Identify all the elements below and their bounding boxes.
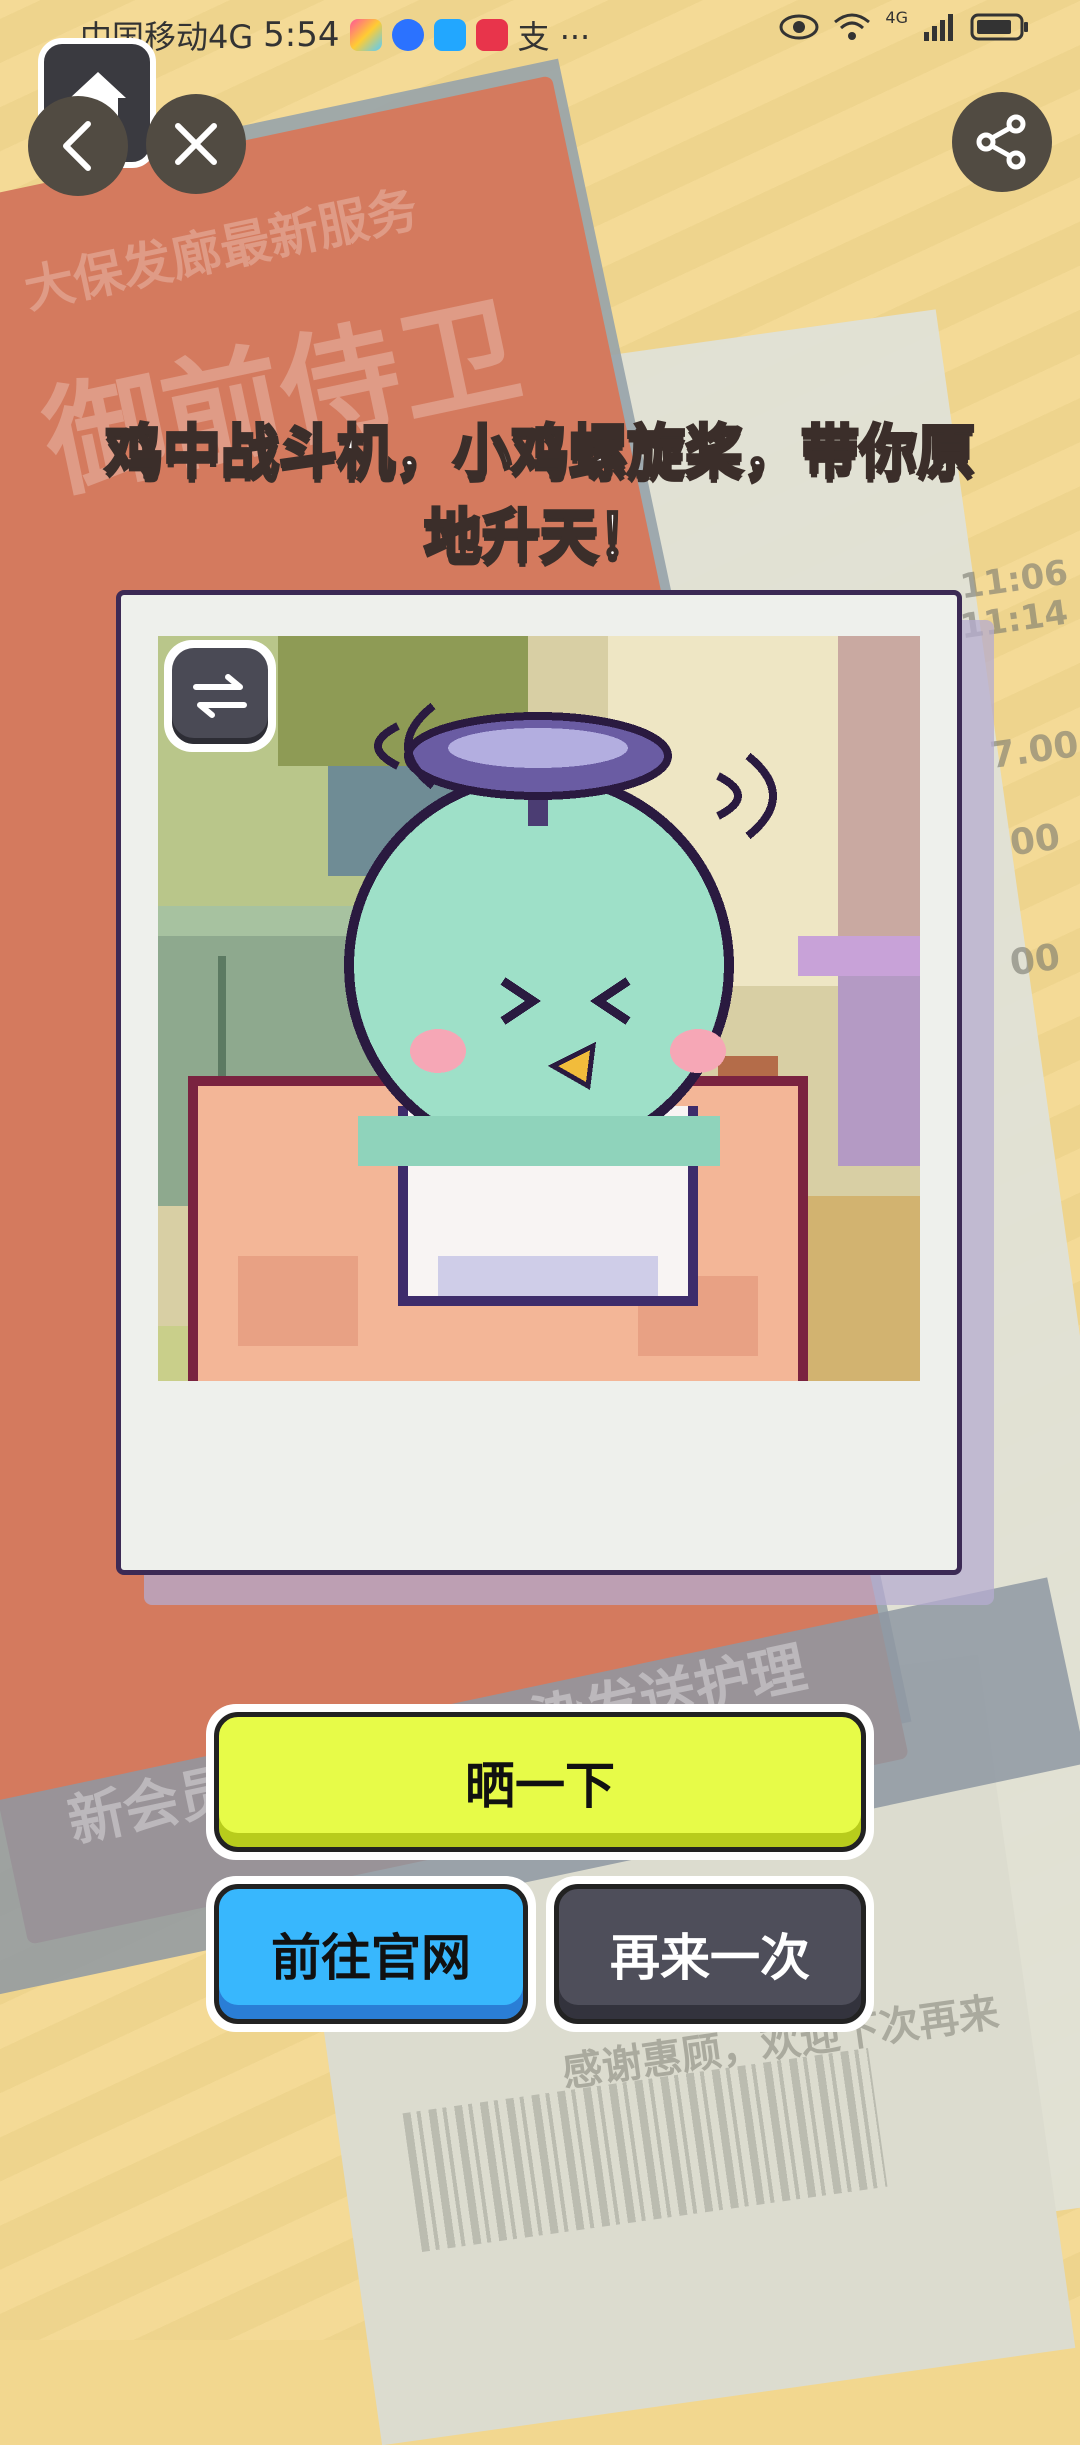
official-site-button[interactable]: 前往官网 [214, 1884, 528, 2024]
status-left: 中国移动4G 5:54 支 ··· [80, 12, 590, 58]
swap-icon [193, 674, 247, 718]
share-icon [976, 114, 1026, 170]
back-button[interactable] [28, 96, 128, 196]
close-button[interactable] [146, 94, 246, 194]
share-button[interactable] [952, 92, 1052, 192]
huawei-notification-icon [475, 19, 508, 51]
status-right: 4G [779, 8, 1030, 42]
close-icon [175, 123, 217, 165]
official-site-button-wrap: 前往官网 [206, 1876, 536, 2032]
search-notification-icon [433, 19, 466, 51]
time-text: 5:54 [263, 15, 340, 55]
signal-icon [924, 14, 953, 41]
bulb-notification-icon [391, 19, 424, 51]
status-bar: 中国移动4G 5:54 支 ··· 4G [0, 0, 1080, 70]
wifi-icon [834, 13, 871, 40]
swap-button-inner [172, 648, 268, 744]
headline-line-2: 地升天！ [422, 501, 657, 572]
play-again-button[interactable]: 再来一次 [554, 1884, 866, 2024]
play-again-button-wrap: 再来一次 [546, 1876, 874, 2032]
share-result-button[interactable]: 晒一下 [214, 1712, 866, 1852]
share-result-button-wrap: 晒一下 [206, 1704, 874, 1860]
status-extra: 支 ··· [517, 18, 591, 56]
headline-line-1: 鸡中战斗机，小鸡螺旋桨，带你原 [103, 417, 976, 488]
receipt-price-3: 00 [1007, 936, 1063, 985]
network-type: 4G [885, 7, 908, 27]
eye-icon [779, 14, 819, 40]
swap-photo-button[interactable] [164, 640, 276, 752]
app-notification-icon [349, 19, 382, 51]
result-headline: 鸡中战斗机，小鸡螺旋桨，带你原 地升天！ [100, 410, 980, 578]
pixel-character-illustration [158, 636, 920, 1381]
result-photo [158, 636, 920, 1381]
battery-icon [970, 13, 1028, 41]
chevron-left-icon [63, 121, 91, 171]
receipt-price-2: 00 [1007, 816, 1063, 865]
